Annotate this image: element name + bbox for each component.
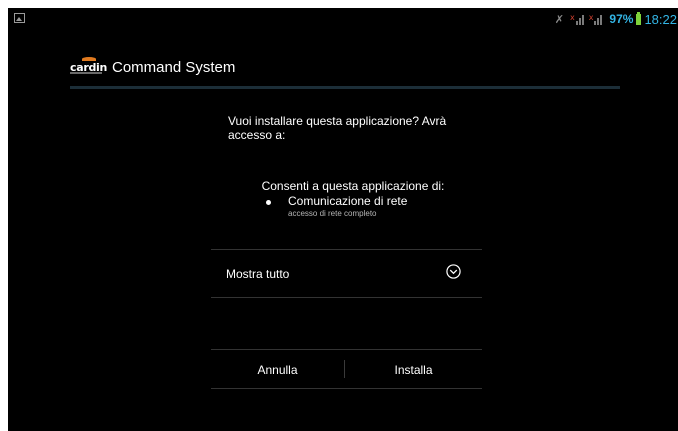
permission-description: accesso di rete completo (288, 209, 377, 218)
permission-name: Comunicazione di rete (288, 194, 408, 208)
app-title-bar: cardin Command System (70, 56, 235, 78)
device-screen: ✗ x x 97% 18:22 cardin Command System Vu… (8, 8, 678, 431)
show-all-label: Mostra tutto (226, 267, 290, 281)
status-bar: ✗ x x 97% 18:22 (8, 8, 678, 30)
install-button[interactable]: Installa (345, 351, 482, 388)
signal-no-service-icon: x (570, 13, 585, 25)
divider (211, 388, 482, 389)
app-title: Command System (112, 58, 236, 76)
signal-no-service-icon: x (589, 13, 604, 25)
title-divider (70, 86, 620, 89)
cardin-logo: cardin (70, 57, 107, 77)
install-question: Vuoi installare questa applicazione? Avr… (228, 114, 447, 142)
button-bar-divider (211, 349, 482, 350)
permissions-header: Consenti a questa applicazione di: (261, 179, 445, 193)
battery-percent: 97% (609, 12, 634, 26)
image-notification-icon[interactable] (14, 13, 25, 23)
cancel-button[interactable]: Annulla (211, 351, 344, 388)
battery-icon (636, 11, 642, 25)
clock: 18:22 (644, 11, 677, 27)
chevron-down-icon[interactable] (446, 264, 461, 279)
bullet-icon (266, 200, 271, 205)
mute-icon: ✗ (554, 12, 564, 26)
divider (211, 297, 482, 298)
show-all-row[interactable]: Mostra tutto (211, 250, 482, 297)
status-icons: ✗ x x 97% 18:22 (555, 8, 678, 30)
